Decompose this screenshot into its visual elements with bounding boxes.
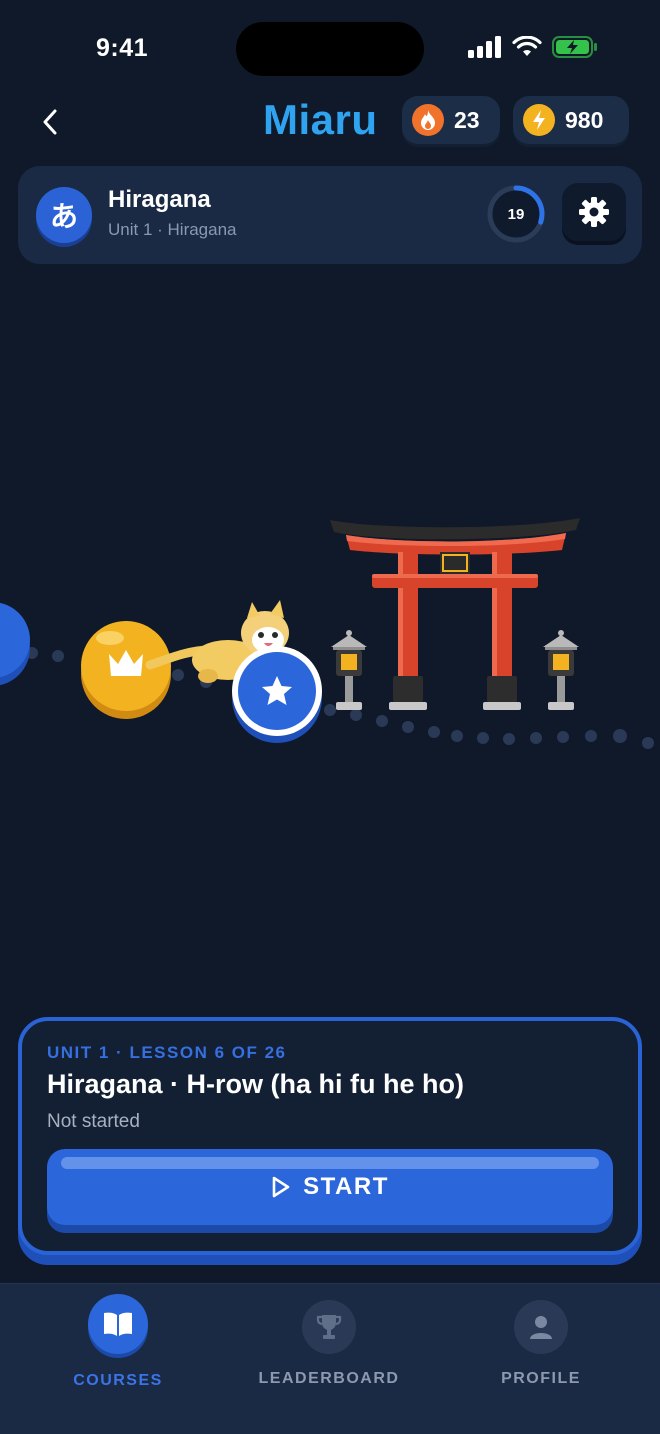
energy-value: 980 [565,106,604,133]
bottom-navigation: COURSES LEADERBOARD PROFILE [0,1283,660,1434]
book-icon [88,1294,148,1354]
tab-profile-label: PROFILE [501,1370,581,1387]
person-icon [514,1300,568,1354]
app-logo: Miaru [263,96,378,143]
crown-lesson-node[interactable] [81,621,171,719]
status-bar: 9:41 [0,0,660,96]
chevron-left-icon [43,109,57,135]
course-badge: あ [36,187,92,243]
status-time: 9:41 [96,34,149,62]
streak-counter[interactable]: 23 [402,96,500,144]
completed-lesson-node[interactable] [0,602,30,686]
course-subtitle: Unit 1 · Hiragana [108,220,237,239]
signal-icon [468,36,501,58]
tab-courses[interactable]: COURSES [18,1290,218,1390]
lightning-icon [523,104,555,136]
tab-profile[interactable]: PROFILE [441,1290,641,1388]
wifi-icon [512,36,542,56]
dynamic-island [236,22,424,76]
course-card[interactable]: あ Hiragana Unit 1 · Hiragana 19 [18,166,642,264]
stone-lantern-right [543,630,579,710]
lesson-title: Hiragana · H-row (ha hi fu he ho) [47,1069,464,1099]
torii-gate-illustration [330,518,580,710]
progress-count: 19 [507,205,525,223]
tab-courses-label: COURSES [73,1372,163,1389]
fire-icon [412,104,444,136]
tab-leaderboard[interactable]: LEADERBOARD [229,1290,429,1388]
streak-value: 23 [454,106,480,133]
lesson-status: Not started [47,1111,140,1132]
start-button[interactable]: START [47,1149,613,1225]
trophy-icon [302,1300,356,1354]
energy-counter[interactable]: 980 [513,96,629,144]
button-gloss [61,1157,599,1169]
start-button-label: START [303,1173,389,1200]
tab-leaderboard-label: LEADERBOARD [258,1370,400,1387]
battery-charging-icon [552,36,597,58]
play-icon [272,1176,290,1198]
gear-icon [579,197,609,227]
current-lesson-node[interactable] [232,646,322,743]
status-icons [468,36,598,58]
lesson-eyebrow: UNIT 1 · LESSON 6 OF 26 [47,1043,287,1062]
stone-lantern-left [331,630,367,710]
course-title: Hiragana [108,186,211,213]
settings-button[interactable] [562,183,626,241]
lesson-card: UNIT 1 · LESSON 6 OF 26 Hiragana · H-row… [18,1017,642,1255]
lesson-path-map [0,518,654,749]
back-button[interactable] [30,102,70,142]
